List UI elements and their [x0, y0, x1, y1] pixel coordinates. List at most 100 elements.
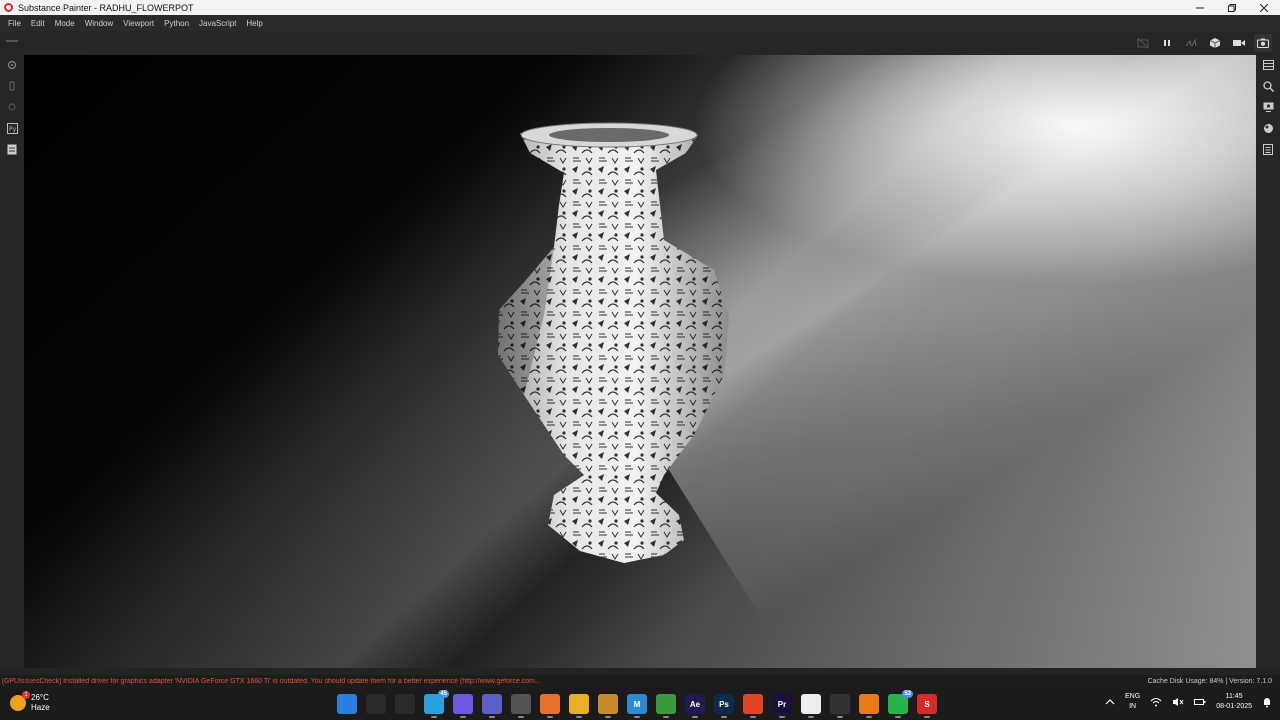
right-panel-strip: [1256, 55, 1280, 668]
taskbar-app-windows-start[interactable]: [337, 694, 357, 714]
status-bar: [GPUIssuesCheck] Installed driver for gr…: [0, 675, 1280, 688]
menu-file[interactable]: File: [3, 19, 26, 28]
running-indicator: [808, 716, 814, 718]
weather-temp: 26°C: [31, 693, 49, 702]
gpu-warning-message[interactable]: [GPUIssuesCheck] Installed driver for gr…: [0, 678, 900, 685]
app-badge-count: 53: [902, 690, 913, 698]
menu-javascript[interactable]: JavaScript: [194, 19, 241, 28]
running-indicator: [721, 716, 727, 718]
running-indicator: [431, 716, 437, 718]
settings-icon[interactable]: [6, 59, 18, 71]
running-indicator: [924, 716, 930, 718]
taskbar-apps: 45 M Ae Ps Pr 53 S: [337, 690, 937, 718]
running-indicator: [837, 716, 843, 718]
menu-python[interactable]: Python: [159, 19, 194, 28]
split-view-button[interactable]: [1182, 34, 1200, 52]
brush-icon[interactable]: [6, 80, 18, 92]
weather-condition: Haze: [31, 703, 50, 712]
battery-icon[interactable]: [1194, 697, 1206, 707]
clock[interactable]: 11:45 08-01-2025: [1216, 692, 1252, 712]
weather-badge: 1: [22, 691, 30, 699]
video-camera-button[interactable]: [1230, 34, 1248, 52]
taskbar-app-telegram[interactable]: 45: [424, 690, 449, 718]
weather-icon: 1: [10, 691, 30, 711]
chevron-up-icon[interactable]: [1105, 698, 1115, 706]
running-indicator: [866, 716, 872, 718]
left-tool-strip: Py: [0, 55, 24, 668]
taskbar-app-chrome[interactable]: [656, 694, 676, 718]
taskbar-app-premiere[interactable]: Pr: [772, 694, 792, 718]
window-controls: [1184, 0, 1280, 15]
cache-disk-usage: Cache Disk Usage: 84% | Version: 7.1.0: [1147, 678, 1272, 685]
properties-icon[interactable]: [1262, 143, 1274, 155]
taskbar-app-search[interactable]: [366, 694, 386, 714]
running-indicator: [634, 716, 640, 718]
notification-bell-icon[interactable]: [1262, 697, 1272, 708]
running-indicator: [576, 716, 582, 718]
display-icon[interactable]: [1262, 101, 1274, 113]
menu-edit[interactable]: Edit: [26, 19, 50, 28]
taskbar-app-whatsapp[interactable]: 53: [888, 690, 913, 718]
3d-viewport[interactable]: [24, 55, 1256, 668]
taskbar-app-copilot[interactable]: [453, 694, 473, 718]
viewport-toolbar: [0, 31, 1280, 55]
camera-off-button[interactable]: [1134, 34, 1152, 52]
running-indicator: [518, 716, 524, 718]
gear-icon[interactable]: [6, 101, 18, 113]
restore-button[interactable]: [1216, 0, 1248, 15]
menu-mode[interactable]: Mode: [50, 19, 80, 28]
split-view-icon: [1185, 38, 1197, 47]
cube-button[interactable]: [1206, 34, 1224, 52]
running-indicator: [750, 716, 756, 718]
python-icon[interactable]: Py: [6, 122, 18, 134]
taskbar-app-settings[interactable]: [511, 694, 531, 718]
svg-text:Py: Py: [9, 126, 17, 133]
title-bar: Substance Painter - RADHU_FLOWERPOT: [0, 0, 1280, 15]
wifi-icon[interactable]: [1150, 697, 1162, 707]
environment-icon[interactable]: [1262, 122, 1274, 134]
windows-taskbar: 1 26°C Haze 45 M Ae Ps Pr 53 S ENG IN 11:45 08…: [0, 688, 1280, 720]
running-indicator: [692, 716, 698, 718]
system-tray: ENG IN 11:45 08-01-2025: [1105, 692, 1272, 712]
taskbar-app-m-app[interactable]: M: [627, 694, 647, 718]
minimize-icon: [1196, 7, 1204, 8]
pause-button[interactable]: [1158, 34, 1176, 52]
app-badge-count: 45: [438, 690, 449, 698]
substance-painter-icon: [4, 3, 13, 12]
menu-window[interactable]: Window: [80, 19, 118, 28]
taskbar-app-msi-app[interactable]: [801, 694, 821, 718]
taskbar-app-photoshop[interactable]: Ps: [714, 694, 734, 718]
taskbar-app-cube-app[interactable]: [830, 694, 850, 718]
taskbar-app-brave[interactable]: [743, 694, 763, 718]
running-indicator: [663, 716, 669, 718]
taskbar-app-after-effects[interactable]: Ae: [685, 694, 705, 718]
drag-handle-icon[interactable]: [6, 40, 18, 42]
speaker-muted-icon[interactable]: [1172, 697, 1184, 707]
menu-viewport[interactable]: Viewport: [118, 19, 159, 28]
menu-help[interactable]: Help: [241, 19, 267, 28]
script-icon[interactable]: [6, 143, 18, 155]
window-title: Substance Painter - RADHU_FLOWERPOT: [18, 2, 194, 13]
restore-icon: [1228, 3, 1236, 12]
taskbar-app-blender-like[interactable]: [598, 694, 618, 718]
pause-icon: [1164, 40, 1170, 46]
minimize-button[interactable]: [1184, 0, 1216, 15]
taskbar-app-substance-painter[interactable]: S: [917, 694, 937, 718]
running-indicator: [895, 716, 901, 718]
taskbar-app-task-view[interactable]: [395, 694, 415, 714]
screenshot-icon: [1257, 38, 1269, 48]
video-camera-icon: [1233, 40, 1245, 46]
running-indicator: [605, 716, 611, 718]
layers-icon[interactable]: [1262, 59, 1274, 71]
cube-icon: [1209, 38, 1221, 48]
zoom-icon[interactable]: [1262, 80, 1274, 92]
taskbar-app-blender[interactable]: [859, 694, 879, 718]
taskbar-app-file-explorer[interactable]: [569, 694, 589, 718]
weather-widget[interactable]: 1 26°C Haze: [10, 691, 50, 713]
taskbar-app-firefox[interactable]: [540, 694, 560, 718]
taskbar-app-teams[interactable]: [482, 694, 502, 718]
close-button[interactable]: [1248, 0, 1280, 15]
screenshot-button[interactable]: [1254, 34, 1272, 52]
language-indicator[interactable]: ENG IN: [1125, 692, 1140, 712]
vase-model[interactable]: [24, 55, 1256, 668]
